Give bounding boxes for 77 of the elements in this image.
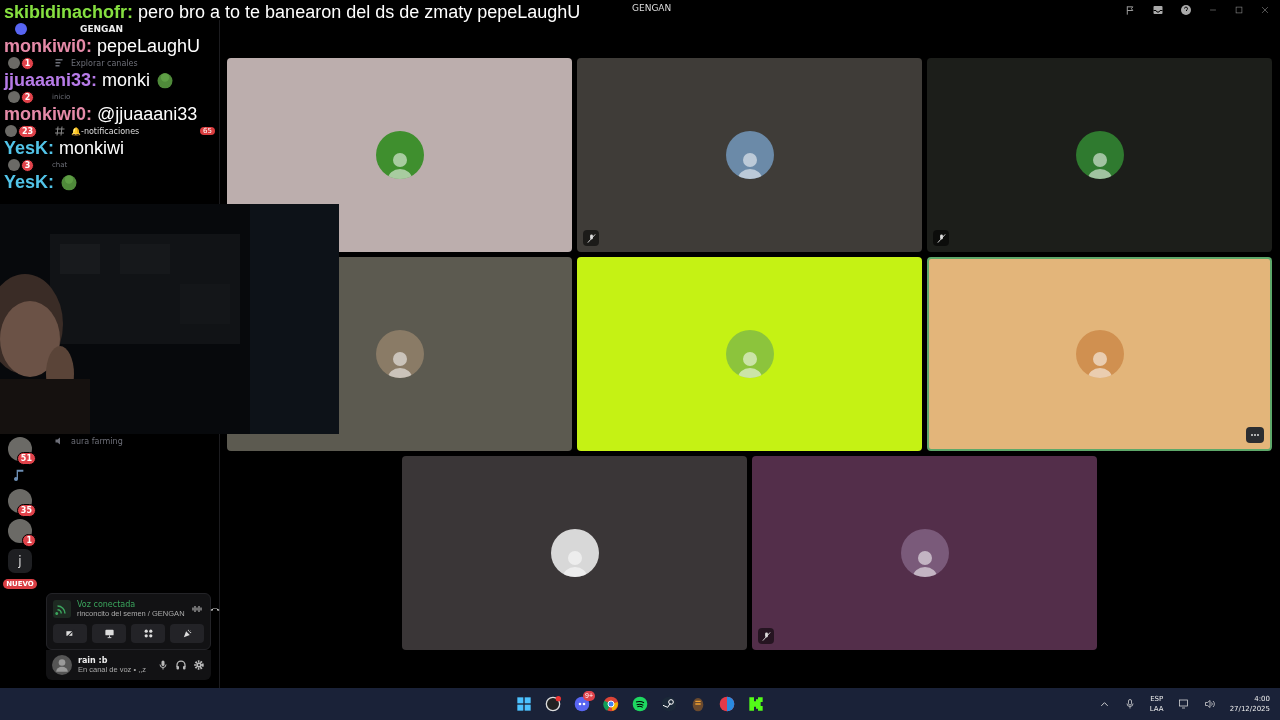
window-title: GENGAN xyxy=(632,3,672,13)
chat-message: pero bro a to te banearon del ds de zmaty pepeLaughU xyxy=(138,2,581,22)
chat-message: monki xyxy=(102,70,151,90)
network-icon[interactable] xyxy=(1177,698,1190,710)
flag-icon[interactable] xyxy=(1125,4,1136,16)
chat-username: monkiwi0: xyxy=(4,104,92,124)
avatar xyxy=(375,330,424,378)
inbox-icon[interactable] xyxy=(1152,4,1164,16)
hash-icon xyxy=(54,125,66,137)
settings-icon[interactable] xyxy=(193,659,205,671)
headphones-icon[interactable] xyxy=(175,659,187,671)
windows-icon xyxy=(515,696,532,712)
avatar xyxy=(550,529,599,577)
avatar xyxy=(375,131,424,179)
discord-home-icon[interactable] xyxy=(15,23,27,35)
server-avatar[interactable] xyxy=(4,125,17,137)
username: rain :b xyxy=(78,656,109,665)
server-name[interactable]: GENGAN xyxy=(80,23,123,35)
camera-off-icon xyxy=(64,628,76,639)
browser-icon xyxy=(602,696,619,712)
server-icon[interactable]: j xyxy=(8,549,32,573)
video-tile[interactable] xyxy=(227,58,572,252)
waveform-icon[interactable] xyxy=(190,603,203,615)
video-tile[interactable] xyxy=(927,257,1272,451)
video-tile[interactable] xyxy=(402,456,747,650)
signal-icon xyxy=(53,600,71,618)
unread-badge: 2 xyxy=(20,90,35,104)
k-logo-icon xyxy=(747,696,764,712)
unread-badge: 51 xyxy=(16,452,36,465)
music-app-icon xyxy=(631,696,648,712)
monitor-icon xyxy=(103,628,115,639)
unread-badge: 3 xyxy=(20,158,35,172)
video-tile[interactable] xyxy=(577,257,922,451)
list-icon xyxy=(54,57,66,69)
video-tile[interactable] xyxy=(752,456,1097,650)
grid-icon xyxy=(142,628,154,639)
video-tile[interactable] xyxy=(577,58,922,252)
chat-username: skibidinachofr: xyxy=(4,2,133,22)
server-avatar[interactable] xyxy=(7,159,20,171)
volume-icon[interactable] xyxy=(1203,698,1216,710)
soundboard-button[interactable] xyxy=(170,624,204,643)
avatar-icon xyxy=(52,655,72,675)
channel-item[interactable]: aura farming xyxy=(50,435,215,447)
unread-badge: 23 xyxy=(17,124,38,138)
microphone-icon[interactable] xyxy=(157,659,169,671)
screen-share-button[interactable] xyxy=(92,624,126,643)
party-icon xyxy=(181,628,193,639)
chat-message: monkiwi xyxy=(59,138,125,158)
avatar xyxy=(725,131,774,179)
avatar xyxy=(900,529,949,577)
video-tile[interactable] xyxy=(927,58,1272,252)
more-button[interactable] xyxy=(1246,427,1264,443)
chat-username: jjuaaani33: xyxy=(4,70,98,90)
microphone-icon[interactable] xyxy=(1123,698,1136,710)
record-icon xyxy=(544,696,561,712)
help-icon[interactable] xyxy=(1180,4,1192,16)
unread-badge: 1 xyxy=(22,534,36,547)
avatar xyxy=(1075,131,1124,179)
avatar xyxy=(725,330,774,378)
maximize-icon[interactable] xyxy=(1234,5,1244,15)
server-avatar[interactable] xyxy=(7,91,20,103)
voice-status: Voz conectada xyxy=(77,600,137,609)
close-icon[interactable] xyxy=(1260,5,1270,15)
channel-item[interactable]: Explorar canales xyxy=(50,57,215,69)
chat-message: @jjuaaani33 xyxy=(97,104,198,124)
chat-username: monkiwi0: xyxy=(4,36,92,56)
activities-button[interactable] xyxy=(131,624,165,643)
chat-message: pepeLaughU xyxy=(97,36,201,56)
server-avatar[interactable] xyxy=(7,57,20,69)
gamepad-icon xyxy=(718,696,735,712)
chat-username: YesK: xyxy=(4,172,55,192)
avatar xyxy=(1075,330,1124,378)
unread-badge: 35 xyxy=(16,504,36,517)
chat-username: YesK: xyxy=(4,138,55,158)
chat-app-icon xyxy=(573,696,590,712)
unread-badge: 1 xyxy=(20,56,35,70)
camera-off-button[interactable] xyxy=(53,624,87,643)
